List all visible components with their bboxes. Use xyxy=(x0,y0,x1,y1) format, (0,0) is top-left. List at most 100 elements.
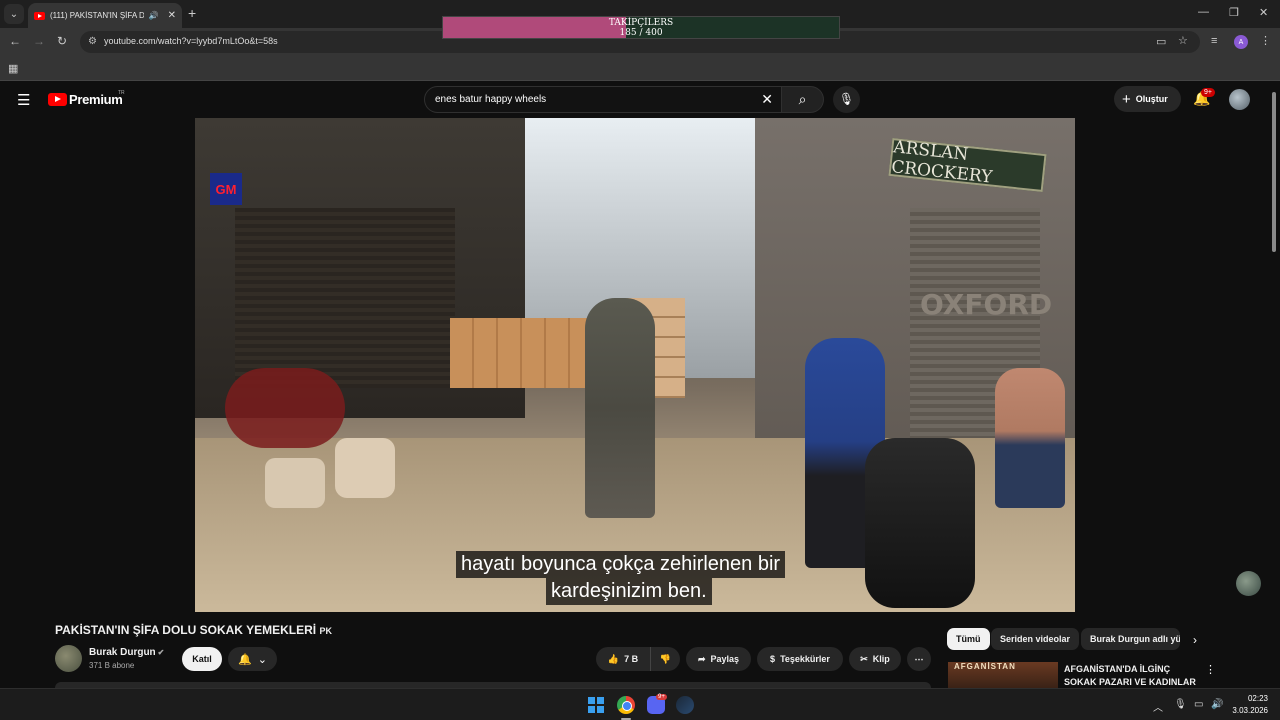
clip-label: Klip xyxy=(872,654,890,664)
new-tab-button[interactable]: + xyxy=(188,5,196,21)
reload-icon[interactable]: ↻ xyxy=(57,34,67,48)
premium-logo-text[interactable]: Premium xyxy=(69,92,123,107)
video-player[interactable]: ARSLAN CROCKERY OXFORD GM xyxy=(195,118,1075,612)
tray-display-icon[interactable]: ▭ xyxy=(1194,699,1203,710)
microphone-icon: 🎙 xyxy=(838,92,855,106)
search-button[interactable]: ⌕ xyxy=(782,86,824,113)
video-scene-sack-2 xyxy=(335,438,395,498)
channel-avatar[interactable] xyxy=(55,645,82,672)
create-label: Oluştur xyxy=(1135,94,1168,104)
verified-icon: ✔ xyxy=(157,648,165,657)
tray-microphone-icon[interactable]: 🎙 xyxy=(1174,699,1187,710)
clip-button[interactable]: ✂ Klip xyxy=(849,647,901,671)
video-title-country: PK xyxy=(319,626,332,636)
share-button[interactable]: ➦ Paylaş xyxy=(686,647,751,671)
discord-badge: 9+ xyxy=(656,694,667,700)
account-avatar[interactable] xyxy=(1229,89,1250,110)
video-scene-boxes xyxy=(450,318,590,388)
chevron-down-icon: ⌄ xyxy=(257,653,267,666)
video-scene-motorbike-right xyxy=(865,438,975,608)
more-icon: ⋯ xyxy=(914,653,924,664)
followers-goal-overlay: TAKİPÇİLERS 185 / 400 xyxy=(442,16,840,39)
back-icon[interactable]: ← xyxy=(9,34,21,48)
recommendation-menu-icon[interactable]: ⋮ xyxy=(1205,663,1216,676)
video-scene-sign-gm: GM xyxy=(210,173,242,205)
chrome-icon[interactable] xyxy=(617,696,635,714)
region-code: TR xyxy=(118,90,125,96)
caption-line-2: kardeşinizim ben. xyxy=(546,578,712,605)
restore-icon[interactable]: ❐ xyxy=(1229,6,1239,19)
chevron-right-icon[interactable]: › xyxy=(1193,633,1197,647)
like-button[interactable]: 👍 7 B xyxy=(596,647,650,671)
hamburger-menu-icon[interactable]: ☰ xyxy=(17,91,30,109)
playlist-icon[interactable]: ≡ xyxy=(1211,35,1217,47)
thanks-label: Teşekkürler xyxy=(780,654,830,664)
chip-all[interactable]: Tümü xyxy=(947,628,990,650)
browser-tab[interactable]: (111) PAKİSTAN'IN ŞİFA DO 🔊 ✕ xyxy=(28,3,182,28)
minimize-icon[interactable]: — xyxy=(1198,6,1209,18)
channel-name[interactable]: Burak Durgun ✔ xyxy=(89,647,164,658)
clock-date[interactable]: 3.03.2026 xyxy=(1232,706,1268,715)
apps-grid-icon[interactable]: ▦ xyxy=(8,62,18,75)
more-actions-button[interactable]: ⋯ xyxy=(907,647,931,671)
followers-title: TAKİPÇİLERS xyxy=(608,18,674,28)
browser-profile-avatar[interactable]: A xyxy=(1234,35,1248,49)
cast-icon[interactable]: ▭ xyxy=(1156,35,1166,48)
floating-avatar[interactable] xyxy=(1236,571,1261,596)
tab-close-icon[interactable]: ✕ xyxy=(168,10,176,21)
tab-title: (111) PAKİSTAN'IN ŞİFA DO xyxy=(50,11,144,20)
chip-series-videos[interactable]: Seriden videolar xyxy=(991,628,1080,650)
browser-menu-icon[interactable]: ⋮ xyxy=(1260,34,1271,47)
clear-search-icon[interactable]: ✕ xyxy=(761,91,773,108)
youtube-header: ☰ Premium TR enes batur happy wheels ✕ ⌕… xyxy=(0,81,1280,118)
youtube-logo-icon[interactable] xyxy=(48,93,67,106)
plus-icon: + xyxy=(1122,90,1131,108)
url-text[interactable]: youtube.com/watch?v=lyybd7mLtOo&t=58s xyxy=(104,36,278,46)
video-scene-man-center xyxy=(585,298,655,518)
caption-line-1: hayatı boyunca çokça zehirlenen bir xyxy=(456,551,786,578)
tray-chevron-up-icon[interactable]: ︿ xyxy=(1153,699,1163,714)
tray-volume-icon[interactable]: 🔊 xyxy=(1211,699,1223,710)
bell-icon: 🔔 xyxy=(238,653,252,666)
thumbnail-text: AFGANİSTAN xyxy=(954,662,1016,671)
channel-name-text[interactable]: Burak Durgun xyxy=(89,647,156,658)
recommendation-title-text[interactable]: AFGANİSTAN'DA İLGİNÇ SOKAK PAZARI VE KAD… xyxy=(1064,664,1196,687)
youtube-favicon-icon xyxy=(34,11,45,20)
video-scene-sack xyxy=(265,458,325,508)
video-title-text: PAKİSTAN'IN ŞİFA DOLU SOKAK YEMEKLERİ xyxy=(55,623,317,637)
video-scene-shutter-left xyxy=(235,208,455,388)
thumbs-up-icon: 👍 xyxy=(607,653,620,664)
create-button[interactable]: + Oluştur xyxy=(1114,86,1181,112)
window-close-icon[interactable]: ✕ xyxy=(1259,6,1268,19)
search-icon: ⌕ xyxy=(798,91,807,107)
followers-count: 185 / 400 xyxy=(619,28,663,38)
forward-icon[interactable]: → xyxy=(33,34,45,48)
dislike-button[interactable]: 👎 xyxy=(650,647,680,671)
clock-time[interactable]: 02:23 xyxy=(1240,694,1268,703)
video-scene-motorbike-left xyxy=(225,368,345,448)
video-scene-man-sitting xyxy=(995,368,1065,508)
steam-icon[interactable] xyxy=(676,696,694,714)
like-count: 7 B xyxy=(624,654,639,664)
voice-search-button[interactable]: 🎙 xyxy=(833,86,860,113)
bookmarks-bar: ▦ xyxy=(0,56,1280,81)
taskbar: 9+ ︿ 🎙 ▭ 🔊 02:23 3.03.2026 xyxy=(0,688,1280,720)
windows-start-icon[interactable] xyxy=(588,697,604,713)
site-info-icon[interactable]: ⚙ xyxy=(88,36,97,47)
notification-badge: 9+ xyxy=(1201,88,1215,97)
search-input[interactable]: enes batur happy wheels ✕ xyxy=(424,86,782,113)
speaker-icon[interactable]: 🔊 xyxy=(149,11,159,20)
chip-channel-uploads[interactable]: Burak Durgun adlı yük xyxy=(1081,628,1180,650)
bookmark-star-icon[interactable]: ☆ xyxy=(1178,34,1188,47)
subscriber-count: 371 B abone xyxy=(89,661,135,670)
share-label: Paylaş xyxy=(710,654,740,664)
subscription-notify-button[interactable]: 🔔 ⌄ xyxy=(228,647,277,671)
video-title: PAKİSTAN'IN ŞİFA DOLU SOKAK YEMEKLERİ PK xyxy=(55,623,332,637)
join-button[interactable]: Katıl xyxy=(182,647,222,671)
thanks-button[interactable]: $ Teşekkürler xyxy=(757,647,843,671)
video-scene-sign-oxford: OXFORD xyxy=(920,288,1053,321)
search-query[interactable]: enes batur happy wheels xyxy=(435,94,546,105)
tab-search-button[interactable]: ⌄ xyxy=(4,4,24,24)
recommendation-thumbnail[interactable]: AFGANİSTAN xyxy=(948,662,1058,688)
page-scrollbar[interactable] xyxy=(1272,92,1276,252)
